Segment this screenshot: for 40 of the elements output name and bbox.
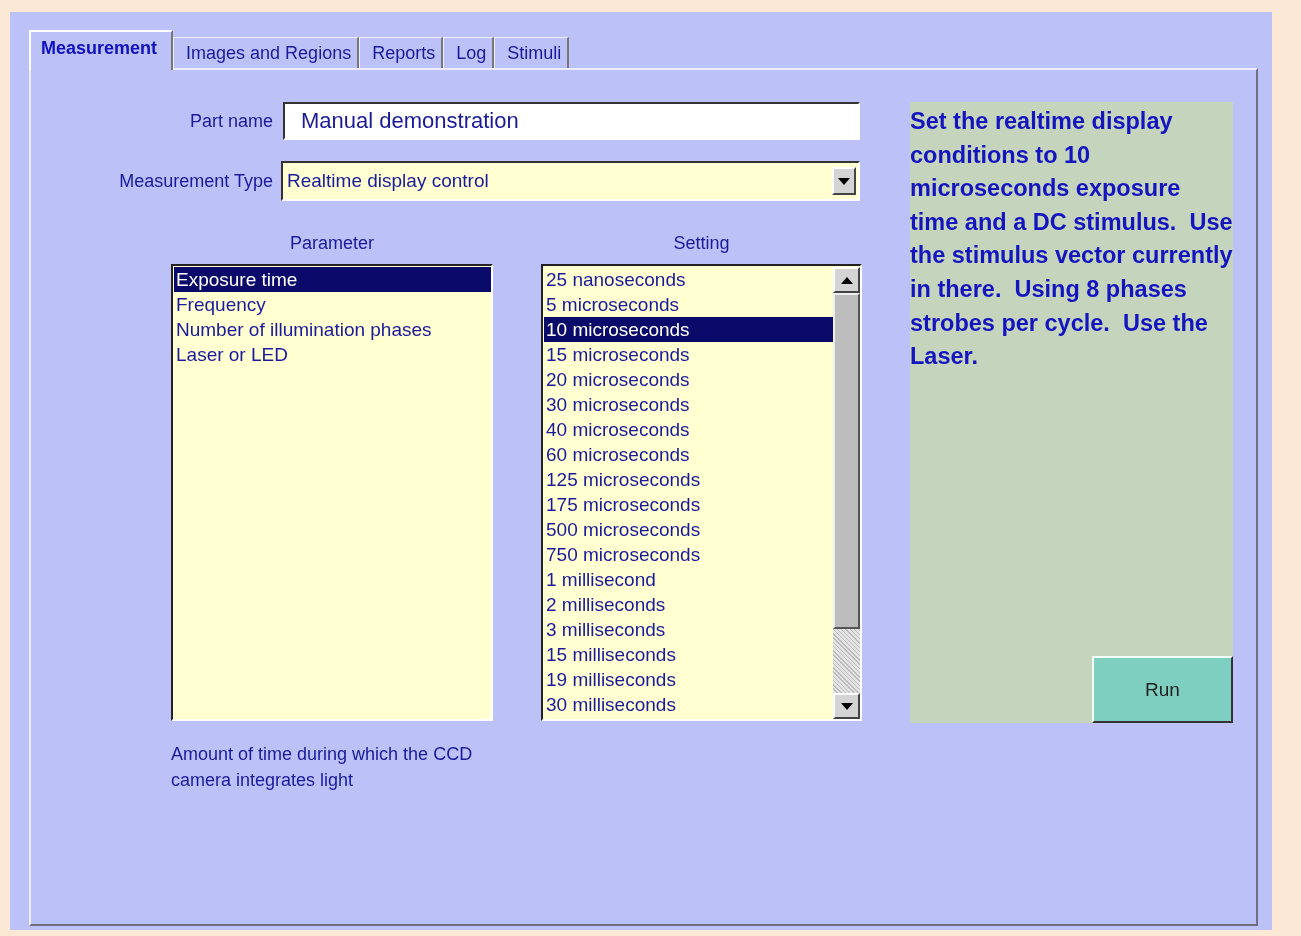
- part-name-field[interactable]: Manual demonstration: [283, 102, 860, 140]
- list-item[interactable]: 15 milliseconds: [544, 642, 833, 667]
- field-label: Part name: [188, 110, 274, 132]
- list-item[interactable]: 3 milliseconds: [544, 617, 833, 642]
- list-item[interactable]: 750 microseconds: [544, 542, 833, 567]
- list-item[interactable]: 30 microseconds: [544, 392, 833, 417]
- list-item[interactable]: 125 microseconds: [544, 467, 833, 492]
- scroll-up-arrow-icon: [840, 276, 853, 284]
- tab[interactable]: Images and Regions: [173, 37, 360, 68]
- tab[interactable]: Stimuli: [494, 37, 570, 68]
- list-heading: Parameter: [289, 233, 374, 254]
- dropdown-arrow-icon: [838, 177, 850, 185]
- list-item[interactable]: 5 microseconds: [544, 292, 833, 317]
- list-item[interactable]: 19 milliseconds: [544, 667, 833, 692]
- list-item[interactable]: 15 microseconds: [544, 342, 833, 367]
- list-item[interactable]: Frequency: [174, 292, 491, 317]
- measurement-type-dropdown[interactable]: Realtime display control: [281, 161, 860, 201]
- list-item[interactable]: 1 millisecond: [544, 567, 833, 592]
- scrollbar[interactable]: [833, 267, 860, 719]
- tab[interactable]: Log: [443, 37, 495, 68]
- list-item[interactable]: 25 nanoseconds: [544, 267, 833, 292]
- list-item[interactable]: 30 milliseconds: [544, 692, 833, 717]
- list-item[interactable]: Number of illumination phases: [174, 317, 491, 342]
- instructions-text: Set the realtime display conditions to 10 microseconds exposure time and a DC stimulus. Use the stimulus vector currently in there. Using 8 phases strobes per cycle. Use the Laser.: [910, 107, 1233, 372]
- list-item[interactable]: 2 milliseconds: [544, 592, 833, 617]
- tab[interactable]: Reports: [359, 37, 444, 68]
- scroll-down-arrow-icon: [840, 702, 853, 710]
- list-item[interactable]: 175 microseconds: [544, 492, 833, 517]
- list-item[interactable]: 20 microseconds: [544, 367, 833, 392]
- list-item[interactable]: Exposure time: [174, 267, 491, 292]
- list-item[interactable]: 60 microseconds: [544, 442, 833, 467]
- list-item[interactable]: Laser or LED: [174, 342, 491, 367]
- run-button[interactable]: Run: [1092, 656, 1233, 723]
- field-label: Measurement Type: [118, 170, 274, 192]
- list-item[interactable]: 40 microseconds: [544, 417, 833, 442]
- list-item[interactable]: 10 microseconds: [544, 317, 833, 342]
- parameter-description: Amount of time during which the CCD camera integrates light: [171, 743, 474, 792]
- tab[interactable]: Measurement: [29, 30, 174, 70]
- list-item[interactable]: 500 microseconds: [544, 517, 833, 542]
- list-heading: Setting: [673, 233, 730, 254]
